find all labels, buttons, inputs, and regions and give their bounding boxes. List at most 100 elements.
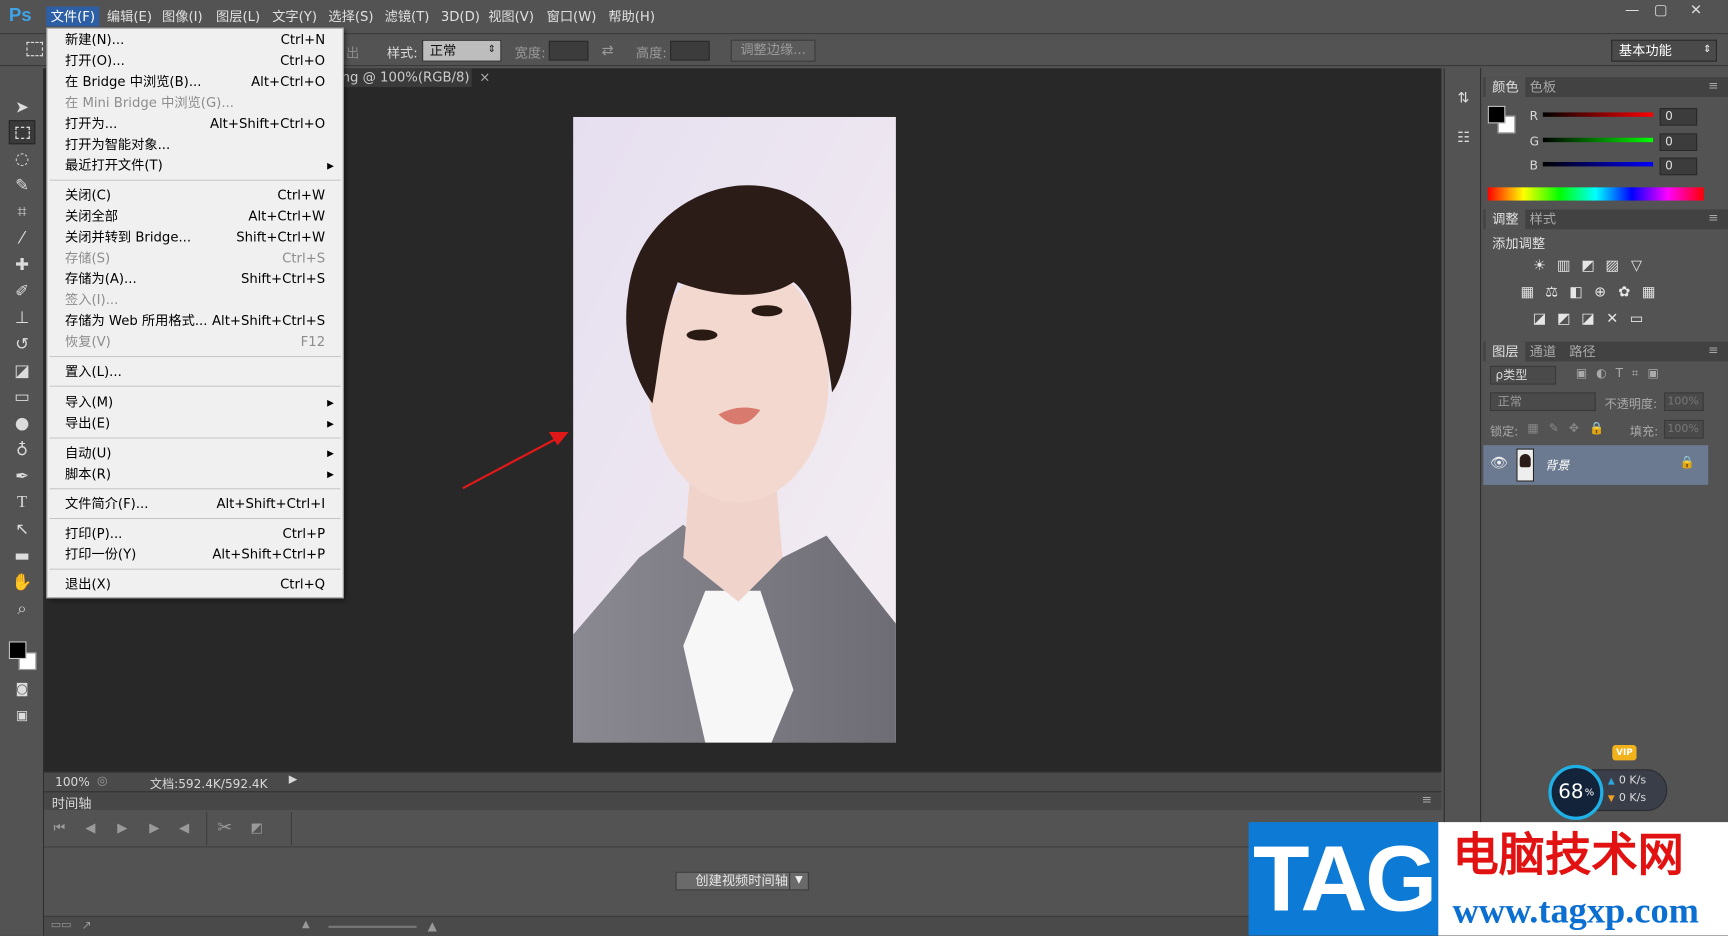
timeline-mode-dropdown[interactable]: ▼ bbox=[789, 871, 809, 891]
tab-styles[interactable]: 样式 bbox=[1523, 209, 1563, 229]
menu-item-browse-mini-bridge[interactable]: 在 Mini Bridge 中浏览(G)... bbox=[50, 93, 341, 114]
menu-item-close-go-bridge[interactable]: 关闭并转到 Bridge... Shift+Ctrl+W bbox=[50, 227, 341, 248]
menu-item-import[interactable]: 导入(M) ▶ bbox=[50, 392, 341, 413]
tab-swatches[interactable]: 色板 bbox=[1523, 77, 1563, 97]
submenu-arrow-icon: ▶ bbox=[327, 160, 334, 171]
vip-badge: VIP bbox=[1612, 744, 1637, 761]
color-spectrum[interactable] bbox=[1487, 187, 1704, 201]
zoom-level[interactable]: 100% bbox=[55, 775, 90, 789]
gradient-map-adjust-icon[interactable]: ▭ bbox=[1627, 311, 1647, 327]
properties-icon[interactable]: ☷ bbox=[1454, 130, 1474, 150]
menu-item-save[interactable]: 存储(S) Ctrl+S bbox=[50, 248, 341, 269]
eye-visibility-icon[interactable]: 👁 bbox=[1490, 455, 1508, 472]
menu-separator bbox=[49, 179, 341, 181]
menu-item-save-as[interactable]: 存储为(A)... Shift+Ctrl+S bbox=[50, 269, 341, 290]
tab-color[interactable]: 颜色 bbox=[1485, 77, 1526, 97]
split-icon[interactable]: ✂ bbox=[212, 817, 238, 839]
usage-percent: 68 bbox=[1558, 780, 1584, 804]
menu-item-save-for-web[interactable]: 存储为 Web 所用格式... Alt+Shift+Ctrl+S bbox=[50, 311, 341, 332]
status-icon[interactable]: ◎ bbox=[97, 774, 108, 788]
menu-item-print[interactable]: 打印(P)... Ctrl+P bbox=[50, 523, 341, 544]
posterize-adjust-icon[interactable]: ◩ bbox=[1554, 311, 1574, 327]
tab-adjustments[interactable]: 调整 bbox=[1485, 209, 1526, 230]
exposure-adjust-icon[interactable]: ▨ bbox=[1602, 258, 1622, 274]
menu-separator bbox=[49, 517, 341, 520]
tab-layers[interactable]: 图层 bbox=[1485, 341, 1526, 362]
layer-filter-icons[interactable]: ▣◐T⌗▣ bbox=[1576, 366, 1668, 381]
opacity-input[interactable]: 100% bbox=[1664, 392, 1704, 412]
watermark-url: www.tagxp.com bbox=[1452, 891, 1699, 932]
curves-adjust-icon[interactable]: ◩ bbox=[1578, 258, 1598, 274]
menu-item-revert[interactable]: 恢复(V) F12 bbox=[50, 332, 341, 353]
layer-filter-select[interactable]: ρ类型 bbox=[1489, 365, 1557, 385]
panel-menu-icon[interactable]: ≡ bbox=[1422, 792, 1432, 806]
layer-name[interactable]: 背景 bbox=[1545, 456, 1569, 474]
color-balance-adjust-icon[interactable]: ⚖ bbox=[1542, 285, 1562, 300]
foreground-color-swatch[interactable] bbox=[8, 641, 27, 660]
blend-mode-select[interactable]: 正常 bbox=[1489, 392, 1596, 412]
menu-item-file-info[interactable]: 文件简介(F)... Alt+Shift+Ctrl+I bbox=[50, 494, 341, 515]
tab-paths[interactable]: 路径 bbox=[1563, 342, 1603, 362]
threshold-adjust-icon[interactable]: ◪ bbox=[1578, 311, 1598, 327]
fill-input[interactable]: 100% bbox=[1664, 419, 1704, 439]
menu-item-automate[interactable]: 自动(U) ▶ bbox=[50, 443, 341, 464]
channel-g-input[interactable]: 0 bbox=[1659, 133, 1698, 151]
hue-sat-adjust-icon[interactable]: ▦ bbox=[1518, 285, 1538, 300]
panel-menu-icon[interactable]: ≡ bbox=[1708, 210, 1718, 224]
photoshop-window: Ps 文件(F) 编辑(E) 图像(I) 图层(L) 文字(Y) 选择(S) 滤… bbox=[0, 0, 1728, 936]
layer-row-background[interactable]: 👁 背景 🔒 bbox=[1483, 445, 1709, 485]
render-icon[interactable]: ↗ bbox=[82, 918, 92, 932]
color-lookup-adjust-icon[interactable]: ▦ bbox=[1639, 285, 1659, 300]
selective-color-adjust-icon[interactable]: ✕ bbox=[1602, 311, 1622, 327]
menu-item-close-all[interactable]: 关闭全部 Alt+Ctrl+W bbox=[50, 206, 341, 227]
black-white-adjust-icon[interactable]: ◧ bbox=[1566, 285, 1586, 300]
watermark-site-name: 电脑技术网 bbox=[1452, 827, 1684, 882]
menu-item-exit[interactable]: 退出(X) Ctrl+Q bbox=[50, 574, 341, 595]
play-icon[interactable]: ▶ bbox=[109, 817, 135, 839]
prev-frame-icon[interactable]: ◀ bbox=[77, 817, 103, 839]
channel-g-slider[interactable] bbox=[1542, 137, 1654, 143]
brightness-adjust-icon[interactable]: ☀ bbox=[1530, 258, 1550, 274]
frame-mode-icon[interactable]: ▭▭ bbox=[51, 919, 72, 931]
menu-item-close[interactable]: 关闭(C) Ctrl+W bbox=[50, 185, 341, 206]
foreground-color-swatch[interactable] bbox=[1487, 105, 1506, 124]
next-frame-icon[interactable]: ▶ bbox=[141, 817, 167, 839]
menu-item-scripts[interactable]: 脚本(R) ▶ bbox=[50, 464, 341, 485]
zoom-in-icon[interactable]: ▲ bbox=[428, 919, 437, 933]
menu-item-open-as[interactable]: 打开为... Alt+Shift+Ctrl+O bbox=[50, 114, 341, 135]
channel-b-slider[interactable] bbox=[1542, 161, 1654, 167]
audio-icon[interactable]: ◀ bbox=[171, 817, 197, 839]
levels-adjust-icon[interactable]: ▥ bbox=[1554, 258, 1574, 274]
menu-item-open[interactable]: 打开(O)... Ctrl+O bbox=[50, 51, 341, 72]
status-bar: 100% ◎ 文档:592.4K/592.4K ▶ bbox=[44, 771, 1442, 792]
vibrance-adjust-icon[interactable]: ▽ bbox=[1627, 258, 1647, 274]
timeline-title: 时间轴 bbox=[51, 795, 92, 812]
history-icon[interactable]: ⇅ bbox=[1454, 90, 1474, 110]
menu-item-recent-files[interactable]: 最近打开文件(T) ▶ bbox=[50, 155, 341, 176]
invert-adjust-icon[interactable]: ◪ bbox=[1530, 311, 1550, 327]
panel-menu-icon[interactable]: ≡ bbox=[1708, 78, 1718, 92]
menu-item-new[interactable]: 新建(N)... Ctrl+N bbox=[50, 30, 341, 51]
channel-r-input[interactable]: 0 bbox=[1659, 107, 1698, 126]
menu-item-open-smart-object[interactable]: 打开为智能对象... bbox=[50, 134, 341, 155]
zoom-out-icon[interactable]: ▲ bbox=[302, 919, 310, 930]
first-frame-icon[interactable]: ⏮ bbox=[46, 817, 72, 839]
panel-menu-icon[interactable]: ≡ bbox=[1708, 343, 1718, 357]
photo-filter-adjust-icon[interactable]: ⊕ bbox=[1590, 285, 1610, 300]
menu-item-check-in[interactable]: 签入(I)... bbox=[50, 290, 341, 311]
menu-item-export[interactable]: 导出(E) ▶ bbox=[50, 413, 341, 434]
menu-item-browse-bridge[interactable]: 在 Bridge 中浏览(B)... Alt+Ctrl+O bbox=[50, 72, 341, 93]
timeline-zoom-slider[interactable] bbox=[328, 925, 417, 928]
create-video-timeline-button[interactable]: 创建视频时间轴 bbox=[675, 871, 808, 891]
transition-icon[interactable]: ◩ bbox=[244, 817, 270, 839]
channel-b-input[interactable]: 0 bbox=[1659, 157, 1698, 176]
collapsed-panels: ⇅ ☷ bbox=[1443, 68, 1482, 936]
add-adjustment-title: 添加调整 bbox=[1492, 235, 1546, 252]
channel-mixer-adjust-icon[interactable]: ✿ bbox=[1614, 285, 1634, 300]
status-menu-arrow-icon[interactable]: ▶ bbox=[289, 774, 297, 786]
channel-r-slider[interactable] bbox=[1542, 112, 1654, 117]
menu-item-place[interactable]: 置入(L)... bbox=[50, 361, 341, 382]
lock-icons[interactable]: ▦✎✥🔒 bbox=[1527, 421, 1614, 435]
menu-item-print-one-copy[interactable]: 打印一份(Y) Alt+Shift+Ctrl+P bbox=[50, 544, 341, 565]
tab-channels[interactable]: 通道 bbox=[1523, 342, 1563, 362]
